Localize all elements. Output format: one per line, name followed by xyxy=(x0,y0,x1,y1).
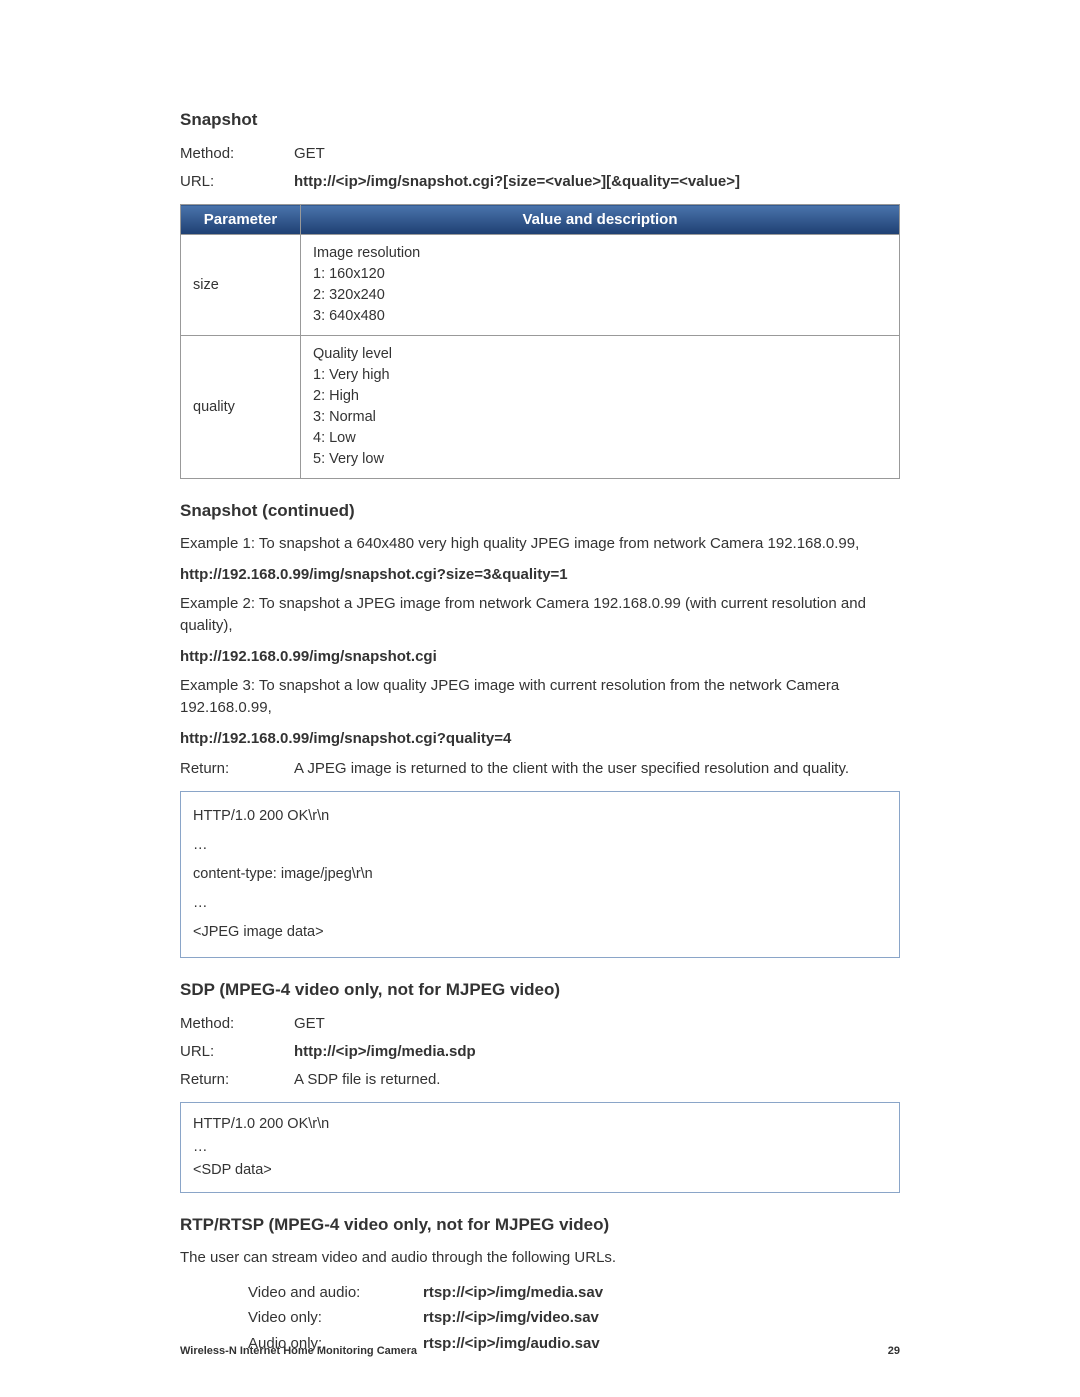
heading-rtsp: RTP/RTSP (MPEG-4 video only, not for MJP… xyxy=(180,1215,900,1235)
rtsp-label: Video and audio: xyxy=(248,1280,423,1306)
response-line: content-type: image/jpeg\r\n xyxy=(193,860,887,889)
table-row: quality Quality level 1: Very high 2: Hi… xyxy=(181,336,900,479)
response-line: HTTP/1.0 200 OK\r\n xyxy=(193,1113,887,1136)
example-3-text: Example 3: To snapshot a low quality JPE… xyxy=(180,675,900,720)
row-method: Method: GET xyxy=(180,1012,900,1036)
example-1-url: http://192.168.0.99/img/snapshot.cgi?siz… xyxy=(180,566,900,583)
response-line: <SDP data> xyxy=(193,1159,887,1182)
col-description: Value and description xyxy=(301,205,900,235)
response-box-snapshot: HTTP/1.0 200 OK\r\n … content-type: imag… xyxy=(180,791,900,958)
heading-snapshot-cont: Snapshot (continued) xyxy=(180,501,900,521)
label-return: Return: xyxy=(180,1068,294,1092)
example-1-text: Example 1: To snapshot a 640x480 very hi… xyxy=(180,533,900,556)
page-footer: Wireless-N Internet Home Monitoring Came… xyxy=(180,1345,900,1357)
footer-page-number: 29 xyxy=(888,1345,900,1357)
row-url: URL: http://<ip>/img/media.sdp xyxy=(180,1040,900,1064)
col-parameter: Parameter xyxy=(181,205,301,235)
section-sdp: SDP (MPEG-4 video only, not for MJPEG vi… xyxy=(180,980,900,1194)
response-line: … xyxy=(193,1136,887,1159)
cell-param: quality xyxy=(181,336,301,479)
cell-desc: Quality level 1: Very high 2: High 3: No… xyxy=(301,336,900,479)
value-method: GET xyxy=(294,1012,900,1036)
rtsp-intro: The user can stream video and audio thro… xyxy=(180,1247,900,1270)
rtsp-row: Video and audio: rtsp://<ip>/img/media.s… xyxy=(180,1280,900,1306)
heading-snapshot: Snapshot xyxy=(180,110,900,130)
value-return: A SDP file is returned. xyxy=(294,1068,900,1092)
row-method: Method: GET xyxy=(180,142,900,166)
response-line: <JPEG image data> xyxy=(193,918,887,947)
response-line: HTTP/1.0 200 OK\r\n xyxy=(193,802,887,831)
rtsp-url: rtsp://<ip>/img/video.sav xyxy=(423,1305,599,1331)
rtsp-row: Video only: rtsp://<ip>/img/video.sav xyxy=(180,1305,900,1331)
rtsp-label: Video only: xyxy=(248,1305,423,1331)
section-snapshot-continued: Snapshot (continued) Example 1: To snaps… xyxy=(180,501,900,958)
table-row: size Image resolution 1: 160x120 2: 320x… xyxy=(181,235,900,336)
row-return: Return: A JPEG image is returned to the … xyxy=(180,757,900,781)
cell-param: size xyxy=(181,235,301,336)
label-url: URL: xyxy=(180,1040,294,1064)
row-url: URL: http://<ip>/img/snapshot.cgi?[size=… xyxy=(180,170,900,194)
params-table: Parameter Value and description size Ima… xyxy=(180,204,900,479)
label-url: URL: xyxy=(180,170,294,194)
label-return: Return: xyxy=(180,757,294,781)
section-rtsp: RTP/RTSP (MPEG-4 video only, not for MJP… xyxy=(180,1215,900,1356)
value-url: http://<ip>/img/snapshot.cgi?[size=<valu… xyxy=(294,170,900,194)
rtsp-url: rtsp://<ip>/img/media.sav xyxy=(423,1280,603,1306)
page-content: Snapshot Method: GET URL: http://<ip>/im… xyxy=(0,0,1080,1396)
example-2-url: http://192.168.0.99/img/snapshot.cgi xyxy=(180,648,900,665)
response-line: … xyxy=(193,831,887,860)
value-return: A JPEG image is returned to the client w… xyxy=(294,757,900,781)
value-url: http://<ip>/img/media.sdp xyxy=(294,1040,900,1064)
row-return: Return: A SDP file is returned. xyxy=(180,1068,900,1092)
footer-title: Wireless-N Internet Home Monitoring Came… xyxy=(180,1345,417,1357)
example-3-url: http://192.168.0.99/img/snapshot.cgi?qua… xyxy=(180,730,900,747)
label-method: Method: xyxy=(180,1012,294,1036)
section-snapshot: Snapshot Method: GET URL: http://<ip>/im… xyxy=(180,110,900,479)
response-line: … xyxy=(193,889,887,918)
value-method: GET xyxy=(294,142,900,166)
example-2-text: Example 2: To snapshot a JPEG image from… xyxy=(180,593,900,638)
cell-desc: Image resolution 1: 160x120 2: 320x240 3… xyxy=(301,235,900,336)
response-box-sdp: HTTP/1.0 200 OK\r\n … <SDP data> xyxy=(180,1102,900,1194)
heading-sdp: SDP (MPEG-4 video only, not for MJPEG vi… xyxy=(180,980,900,1000)
label-method: Method: xyxy=(180,142,294,166)
